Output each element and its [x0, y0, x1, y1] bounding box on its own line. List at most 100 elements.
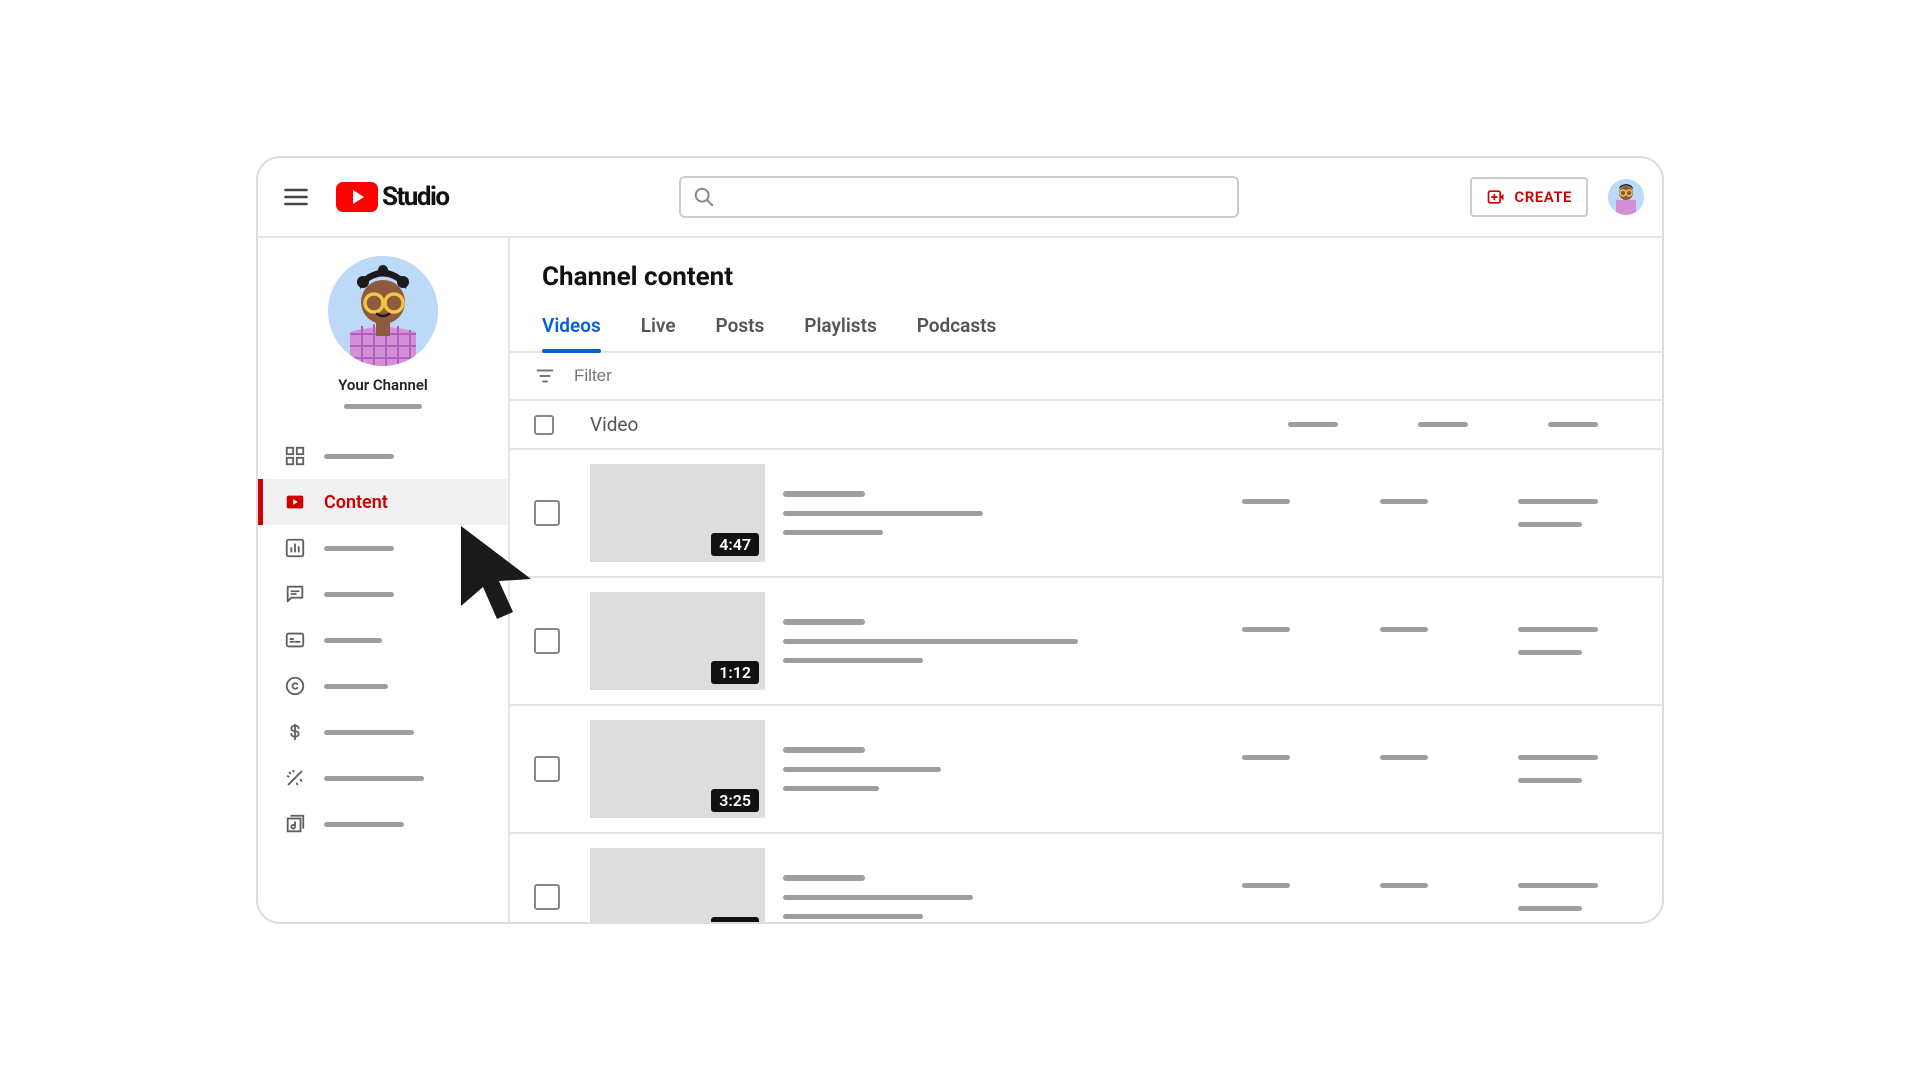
- sidebar-item-subtitles[interactable]: [258, 617, 508, 663]
- nav-label-placeholder: [324, 592, 394, 597]
- meta-placeholder: [1242, 883, 1290, 888]
- nav-label-content: Content: [324, 492, 388, 513]
- meta-placeholder: [1518, 627, 1598, 632]
- sidebar-item-earn[interactable]: [258, 709, 508, 755]
- video-row[interactable]: 3:25: [510, 706, 1662, 834]
- video-thumbnail[interactable]: 1:12: [590, 592, 765, 690]
- video-title-placeholder: [783, 491, 865, 497]
- video-title-placeholder: [783, 747, 865, 753]
- magic-wand-icon: [284, 767, 306, 789]
- tab-videos[interactable]: Videos: [542, 304, 601, 351]
- video-desc-placeholder: [783, 786, 879, 791]
- search-bar[interactable]: [679, 176, 1239, 218]
- audio-library-icon: [284, 813, 306, 835]
- nav-label-placeholder: [324, 546, 394, 551]
- video-meta: [783, 747, 1224, 791]
- channel-name: Your Channel: [338, 376, 428, 394]
- channel-block: Your Channel: [258, 256, 508, 409]
- meta-placeholder: [1518, 522, 1582, 527]
- nav-label-placeholder: [324, 776, 424, 781]
- meta-placeholder: [1380, 883, 1428, 888]
- channel-avatar[interactable]: [328, 256, 438, 366]
- tab-playlists[interactable]: Playlists: [804, 304, 876, 351]
- sidebar-item-dashboard[interactable]: [258, 433, 508, 479]
- row-checkbox[interactable]: [534, 500, 560, 526]
- filter-row[interactable]: [510, 353, 1662, 401]
- studio-logo[interactable]: Studio: [336, 182, 449, 212]
- video-desc-placeholder: [783, 895, 973, 900]
- sidebar-item-content[interactable]: Content: [258, 479, 508, 525]
- video-title-placeholder: [783, 619, 865, 625]
- select-all-checkbox[interactable]: [534, 415, 554, 435]
- nav-label-placeholder: [324, 638, 382, 643]
- row-checkbox[interactable]: [534, 628, 560, 654]
- sidebar-item-copyright[interactable]: [258, 663, 508, 709]
- meta-placeholder: [1518, 755, 1598, 760]
- search-wrap: [469, 176, 1451, 218]
- dollar-icon: [284, 721, 306, 743]
- meta-placeholder: [1380, 755, 1428, 760]
- tab-posts[interactable]: Posts: [716, 304, 765, 351]
- youtube-play-icon: [336, 182, 378, 212]
- nav-label-placeholder: [324, 684, 388, 689]
- video-row[interactable]: 5:47: [510, 834, 1662, 922]
- video-desc-placeholder: [783, 658, 923, 663]
- comments-icon: [284, 583, 306, 605]
- tab-live[interactable]: Live: [641, 304, 676, 351]
- video-row[interactable]: 4:47: [510, 450, 1662, 578]
- tab-podcasts[interactable]: Podcasts: [917, 304, 997, 351]
- video-desc-placeholder: [783, 511, 983, 516]
- video-thumbnail[interactable]: 3:25: [590, 720, 765, 818]
- header: Studio CREATE: [258, 158, 1662, 238]
- filter-icon: [534, 365, 556, 387]
- create-label: CREATE: [1514, 188, 1572, 206]
- row-meta-cols: [1242, 755, 1638, 783]
- subtitles-icon: [284, 629, 306, 651]
- sidebar-item-customization[interactable]: [258, 755, 508, 801]
- body: Your Channel Content: [258, 238, 1662, 922]
- channel-subtext-placeholder: [344, 404, 422, 409]
- nav-label-placeholder: [324, 822, 404, 827]
- meta-placeholder: [1518, 778, 1582, 783]
- meta-placeholder: [1518, 883, 1598, 888]
- filter-input[interactable]: [574, 366, 1638, 386]
- column-video[interactable]: Video: [590, 413, 1288, 436]
- row-meta-cols: [1242, 883, 1638, 911]
- account-avatar[interactable]: [1608, 179, 1644, 215]
- row-checkbox[interactable]: [534, 884, 560, 910]
- content-icon: [284, 491, 306, 513]
- analytics-icon: [284, 537, 306, 559]
- column-placeholder: [1418, 422, 1468, 427]
- copyright-icon: [284, 675, 306, 697]
- video-desc-placeholder: [783, 530, 883, 535]
- video-desc-placeholder: [783, 914, 923, 919]
- hamburger-icon: [282, 183, 310, 211]
- video-duration: 1:12: [711, 661, 759, 684]
- meta-placeholder: [1518, 906, 1582, 911]
- video-thumbnail[interactable]: 4:47: [590, 464, 765, 562]
- avatar-icon: [328, 256, 438, 366]
- video-duration: 4:47: [711, 533, 759, 556]
- meta-placeholder: [1380, 627, 1428, 632]
- avatar-icon: [1608, 179, 1644, 215]
- video-desc-placeholder: [783, 767, 941, 772]
- sidebar-item-audio-library[interactable]: [258, 801, 508, 847]
- dashboard-icon: [284, 445, 306, 467]
- video-row[interactable]: 1:12: [510, 578, 1662, 706]
- search-input[interactable]: [725, 189, 1225, 206]
- row-checkbox[interactable]: [534, 756, 560, 782]
- create-icon: [1486, 187, 1506, 207]
- sidebar-item-analytics[interactable]: [258, 525, 508, 571]
- video-title-placeholder: [783, 875, 865, 881]
- hamburger-menu-button[interactable]: [276, 177, 316, 217]
- sidebar-item-comments[interactable]: [258, 571, 508, 617]
- video-desc-placeholder: [783, 639, 1078, 644]
- row-meta-cols: [1242, 499, 1638, 527]
- create-button[interactable]: CREATE: [1470, 177, 1588, 217]
- video-duration: 5:47: [711, 917, 759, 922]
- video-meta: [783, 491, 1224, 535]
- video-meta: [783, 619, 1224, 663]
- video-meta: [783, 875, 1224, 919]
- main-content: Channel content Videos Live Posts Playli…: [510, 238, 1662, 922]
- video-thumbnail[interactable]: 5:47: [590, 848, 765, 922]
